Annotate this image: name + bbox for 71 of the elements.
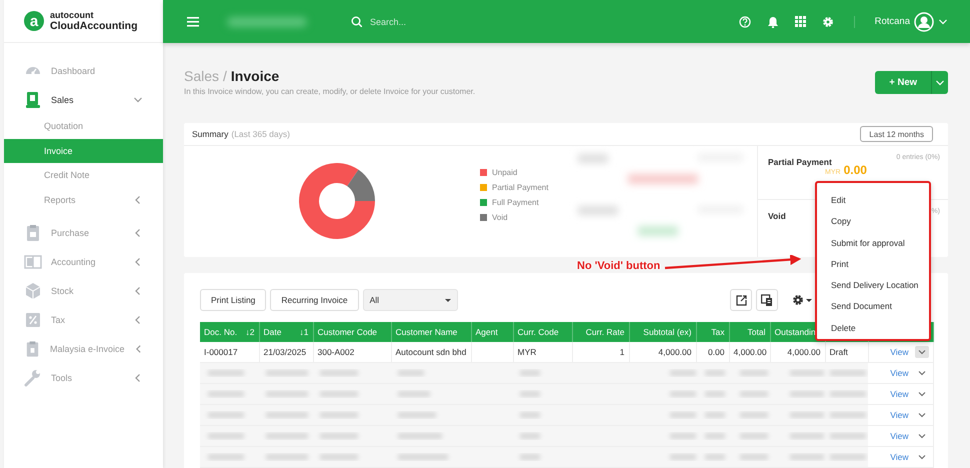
- view-link[interactable]: View: [890, 408, 908, 420]
- user-name[interactable]: Rotcana: [874, 16, 910, 27]
- legend-label: Partial Payment: [492, 183, 548, 192]
- legend-label: Void: [492, 213, 508, 222]
- column-header: Curr. Rate: [572, 322, 629, 342]
- breadcrumb-link[interactable]: Sales: [184, 68, 220, 84]
- menu-item[interactable]: Print: [817, 254, 929, 276]
- sort-indicator: ↓2: [246, 327, 254, 337]
- menu-item[interactable]: Send Document: [817, 296, 929, 318]
- column-header: Total: [729, 322, 770, 342]
- column-header: Tax: [696, 322, 729, 342]
- summary-period: (Last 365 days): [231, 129, 290, 139]
- sidebar-item[interactable]: Sales: [4, 85, 163, 114]
- table-cell: 1: [572, 342, 629, 362]
- view-link[interactable]: View: [890, 388, 908, 400]
- menu-item[interactable]: Submit for approval: [817, 232, 929, 254]
- menu-item[interactable]: Send Delivery Location: [817, 275, 929, 296]
- table-cell: 300-A002: [313, 342, 391, 362]
- new-button[interactable]: + New: [875, 71, 931, 94]
- sidebar-subitem[interactable]: Invoice: [4, 138, 163, 163]
- column-header: Subtotal (ex): [629, 322, 696, 342]
- stat-title: Partial Payment: [768, 157, 832, 167]
- range-button[interactable]: Last 12 months: [860, 126, 933, 142]
- column-header: Customer Name: [391, 322, 471, 342]
- table-cell: I-000017: [200, 342, 259, 362]
- sidebar-subitem[interactable]: Reports: [4, 188, 163, 212]
- table-cell: MYR: [513, 342, 572, 362]
- table-cell: Autocount sdn bhd: [391, 342, 471, 362]
- sidebar-item[interactable]: Stock: [4, 276, 163, 305]
- stat-title: Void: [768, 211, 786, 221]
- sidebar-subitem[interactable]: Quotation: [4, 114, 163, 138]
- legend-label: Full Payment: [492, 198, 539, 207]
- recurring-invoice-button[interactable]: Recurring Invoice: [270, 289, 359, 311]
- column-header: Curr. Code: [513, 322, 572, 342]
- product-name: CloudAccounting: [50, 20, 138, 32]
- column-header[interactable]: Doc. No.: [204, 327, 238, 337]
- view-link[interactable]: View: [890, 346, 908, 358]
- filter-dropdown[interactable]: All: [362, 289, 458, 311]
- brand-name: autocount: [50, 10, 94, 20]
- view-link[interactable]: View: [890, 366, 908, 378]
- column-header: Agent: [471, 322, 513, 342]
- sidebar-item[interactable]: Malaysia e-Invoice: [4, 334, 163, 363]
- sidebar-item[interactable]: Tools: [4, 363, 163, 392]
- sort-indicator: ↓1: [300, 327, 308, 337]
- page-description: In this Invoice window, you can create, modify, or delete Invoice for your customer.: [184, 87, 476, 96]
- page-title: Invoice: [230, 68, 280, 84]
- table-cell: 4,000.00: [770, 342, 825, 362]
- menu-item[interactable]: Copy: [817, 211, 929, 233]
- annotation-text: No 'Void' button: [577, 260, 660, 272]
- sidebar-item[interactable]: Purchase: [4, 218, 163, 247]
- print-listing-button[interactable]: Print Listing: [200, 289, 266, 311]
- sidebar-subitem[interactable]: Credit Note: [4, 163, 163, 188]
- table-cell: Draft: [825, 342, 868, 362]
- column-header[interactable]: Date: [264, 327, 282, 337]
- logo-mark: a: [24, 11, 44, 31]
- summary-title: Summary: [192, 129, 228, 139]
- view-link[interactable]: View: [890, 450, 908, 462]
- sidebar-item[interactable]: Tax: [4, 305, 163, 334]
- partial-amount: 0.00: [844, 163, 867, 177]
- table-cell: 4,000.00: [629, 342, 696, 362]
- column-header: Customer Code: [313, 322, 391, 342]
- table-cell: 4,000.00: [729, 342, 770, 362]
- view-link[interactable]: View: [890, 430, 908, 442]
- menu-item[interactable]: Edit: [817, 190, 929, 212]
- legend-label: Unpaid: [492, 168, 518, 177]
- sidebar-item[interactable]: Dashboard: [4, 56, 163, 85]
- sidebar-item[interactable]: Accounting: [4, 247, 163, 276]
- table-cell: 0.00: [696, 342, 729, 362]
- search-field[interactable]: Search...: [370, 16, 530, 26]
- table-cell: 21/03/2025: [259, 342, 313, 362]
- breadcrumb-separator: /: [223, 68, 227, 84]
